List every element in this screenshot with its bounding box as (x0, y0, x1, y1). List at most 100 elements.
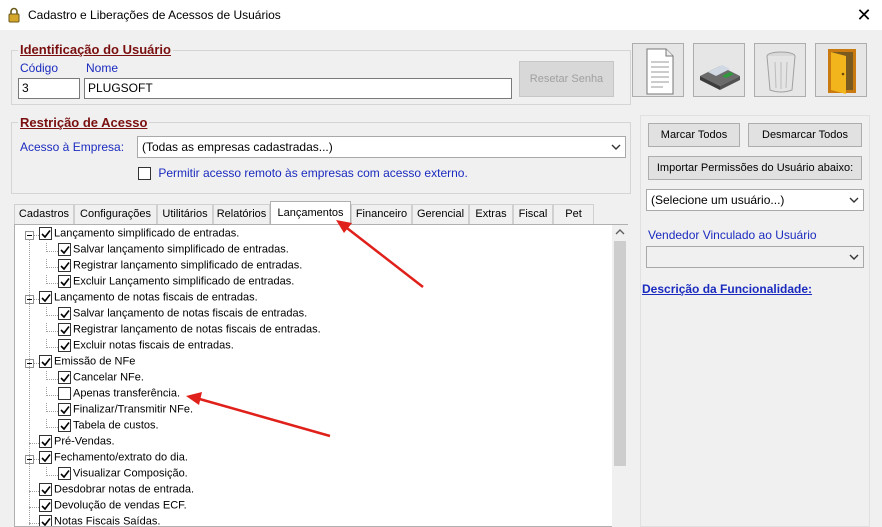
remote-access-checkbox[interactable] (138, 167, 151, 181)
exit-button[interactable] (815, 43, 867, 97)
checked-checkbox[interactable] (58, 403, 71, 416)
tree-connector (46, 307, 47, 316)
tab-extras[interactable]: Extras (469, 204, 513, 224)
checkmark-icon (41, 438, 51, 447)
checkmark-icon (41, 486, 51, 495)
tree-connector (46, 315, 58, 316)
checked-checkbox[interactable] (58, 371, 71, 384)
tab-lancamentos[interactable]: Lançamentos (270, 201, 351, 225)
tree-item-label: Notas Fiscais Saídas. (54, 515, 161, 527)
tree-connector (46, 251, 58, 252)
tree-item[interactable]: Tabela de custos. (58, 419, 159, 435)
tree-item-label: Cancelar NFe. (73, 371, 144, 384)
scroll-thumb[interactable] (614, 241, 626, 466)
descricao-funcionalidade-label: Descrição da Funcionalidade: (642, 282, 813, 296)
checkmark-icon (41, 358, 51, 367)
checked-checkbox[interactable] (39, 435, 52, 448)
vendedor-select[interactable] (646, 246, 864, 268)
scroll-up-arrow-icon[interactable] (612, 225, 628, 239)
acesso-empresa-select[interactable]: (Todas as empresas cadastradas...) (137, 136, 626, 158)
checked-checkbox[interactable] (58, 467, 71, 480)
tree-item[interactable]: Registrar lançamento simplificado de ent… (58, 259, 302, 275)
checked-checkbox[interactable] (58, 419, 71, 432)
tree-item[interactable]: Visualizar Composição. (58, 467, 188, 483)
tree-item[interactable]: Pré-Vendas. (39, 435, 115, 451)
tree-item[interactable]: Excluir Lançamento simplificado de entra… (58, 275, 294, 291)
tree-item[interactable]: Fechamento/extrato do dia. (39, 451, 188, 467)
tree-item-label: Salvar lançamento simplificado de entrad… (73, 243, 289, 256)
checked-checkbox[interactable] (39, 483, 52, 496)
tab-utilitarios[interactable]: Utilitários (157, 204, 213, 224)
checkmark-icon (60, 262, 70, 271)
tree-item-label: Registrar lançamento simplificado de ent… (73, 259, 303, 272)
tree-item-label: Salvar lançamento de notas fiscais de en… (73, 307, 308, 320)
new-button[interactable] (632, 43, 684, 97)
checked-checkbox[interactable] (58, 323, 71, 336)
tab-gerencial[interactable]: Gerencial (412, 204, 469, 224)
tab-configuracoes[interactable]: Configurações (74, 204, 157, 224)
checked-checkbox[interactable] (39, 355, 52, 368)
window-title: Cadastro e Liberações de Acessos de Usuá… (28, 8, 281, 22)
reset-password-button[interactable]: Resetar Senha (519, 61, 614, 97)
codigo-field[interactable]: 3 (18, 78, 80, 99)
checkmark-icon (41, 294, 51, 303)
restricao-title: Restrição de Acesso (18, 115, 150, 130)
unchecked-checkbox[interactable] (58, 387, 71, 400)
tree-item-label: Finalizar/Transmitir NFe. (73, 403, 193, 416)
tree-item[interactable]: Emissão de NFe (39, 355, 135, 371)
importar-permissoes-button[interactable]: Importar Permissões do Usuário abaixo: (648, 156, 862, 180)
tab-pet[interactable]: Pet (553, 204, 594, 224)
checked-checkbox[interactable] (39, 227, 52, 240)
tree-item[interactable]: Registrar lançamento de notas fiscais de… (58, 323, 321, 339)
checked-checkbox[interactable] (58, 307, 71, 320)
tree-item-label: Desdobrar notas de entrada. (54, 483, 195, 496)
marcar-todos-button[interactable]: Marcar Todos (648, 123, 740, 147)
checked-checkbox[interactable] (39, 451, 52, 464)
tree-item[interactable]: Desdobrar notas de entrada. (39, 483, 194, 499)
checkmark-icon (60, 374, 70, 383)
tree-item[interactable]: Salvar lançamento de notas fiscais de en… (58, 307, 307, 323)
tree-item[interactable]: Excluir notas fiscais de entradas. (58, 339, 234, 355)
checked-checkbox[interactable] (58, 259, 71, 272)
close-button[interactable]: ✕ (850, 2, 878, 28)
checkmark-icon (60, 422, 70, 431)
tab-financeiro[interactable]: Financeiro (351, 204, 412, 224)
tab-relatorios[interactable]: Relatórios (213, 204, 270, 224)
checked-checkbox[interactable] (39, 515, 52, 526)
tree-item[interactable]: Lançamento simplificado de entradas. (39, 227, 239, 243)
user-select[interactable]: (Selecione um usuário...) (646, 189, 864, 211)
tree-connector (46, 331, 58, 332)
tree-item-label: Lançamento simplificado de entradas. (54, 227, 240, 240)
tree-item[interactable]: Finalizar/Transmitir NFe. (58, 403, 193, 419)
tree-scrollbar[interactable] (612, 225, 628, 527)
nome-label: Nome (86, 61, 119, 75)
tree-item[interactable]: Lançamento de notas fiscais de entradas. (39, 291, 258, 307)
checked-checkbox[interactable] (58, 275, 71, 288)
tree-connector (46, 339, 47, 348)
tab-cadastros[interactable]: Cadastros (14, 204, 74, 224)
nome-field[interactable]: PLUGSOFT (84, 78, 512, 99)
tree-item[interactable]: Salvar lançamento simplificado de entrad… (58, 243, 289, 259)
acesso-empresa-label: Acesso à Empresa: (20, 140, 125, 154)
delete-button[interactable] (754, 43, 806, 97)
user-select-value: (Selecione um usuário...) (651, 193, 785, 207)
chevron-down-icon (611, 144, 621, 150)
acesso-empresa-value: (Todas as empresas cadastradas...) (142, 140, 333, 154)
tree-item[interactable]: Devolução de vendas ECF. (39, 499, 187, 515)
tree-connector (46, 323, 47, 332)
tree-item[interactable]: Apenas transferência. (58, 387, 180, 403)
tree-item-label: Fechamento/extrato do dia. (54, 451, 188, 464)
checked-checkbox[interactable] (39, 291, 52, 304)
tab-fiscal[interactable]: Fiscal (513, 204, 553, 224)
tree-item[interactable]: Cancelar NFe. (58, 371, 144, 387)
remote-access-option[interactable]: Permitir acesso remoto às empresas com a… (138, 166, 468, 181)
checked-checkbox[interactable] (39, 499, 52, 512)
desmarcar-todos-button[interactable]: Desmarcar Todos (748, 123, 862, 147)
checkmark-icon (60, 326, 70, 335)
title-bar: Cadastro e Liberações de Acessos de Usuá… (0, 0, 882, 30)
tree-item[interactable]: Notas Fiscais Saídas. (39, 515, 161, 527)
tree-connector (46, 427, 58, 428)
checked-checkbox[interactable] (58, 339, 71, 352)
checked-checkbox[interactable] (58, 243, 71, 256)
save-button[interactable] (693, 43, 745, 97)
